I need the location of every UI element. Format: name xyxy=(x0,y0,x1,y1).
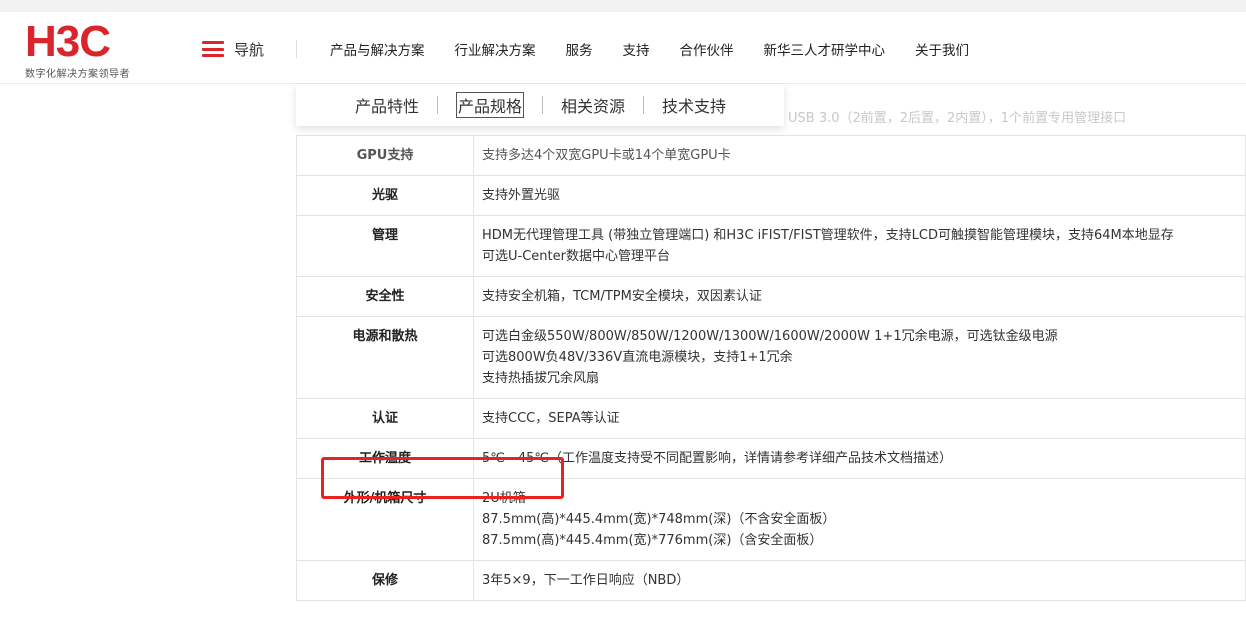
menu-item-talent-center[interactable]: 新华三人才研学中心 xyxy=(764,39,886,59)
obscured-usb-spec-text: USB 3.0（2前置，2后置，2内置），1个前置专用管理接口 xyxy=(788,111,1127,126)
spec-line: HDM无代理管理工具 (带独立管理端口) 和H3C iFIST/FIST管理软件… xyxy=(482,228,1174,243)
spec-key: 保修 xyxy=(296,560,474,601)
tab-tech-support[interactable]: 技术支持 xyxy=(662,93,726,117)
menu-item-products[interactable]: 产品与解决方案 xyxy=(330,39,425,59)
tab-specs[interactable]: 产品规格 xyxy=(456,92,525,118)
table-row: 认证 支持CCC，SEPA等认证 xyxy=(296,398,1246,439)
menu-item-service[interactable]: 服务 xyxy=(566,39,593,59)
site-header: H3C 数字化解决方案领导者 导航 产品与解决方案 行业解决方案 服务 支持 合… xyxy=(0,12,1246,84)
spec-value: 支持多达4个双宽GPU卡或14个单宽GPU卡 xyxy=(473,135,1246,176)
spec-value: 支持CCC，SEPA等认证 xyxy=(473,398,1246,439)
hamburger-icon xyxy=(202,41,224,57)
table-row: 管理 HDM无代理管理工具 (带独立管理端口) 和H3C iFIST/FIST管… xyxy=(296,215,1246,277)
spec-line: 5℃ - 45℃（工作温度支持受不同配置影响，详情请参考详细产品技术文档描述） xyxy=(482,451,952,466)
spec-key: 安全性 xyxy=(296,276,474,317)
tab-separator xyxy=(437,96,439,114)
tab-features[interactable]: 产品特性 xyxy=(355,93,419,117)
spec-line: 支持CCC，SEPA等认证 xyxy=(482,411,620,426)
main-menu: 产品与解决方案 行业解决方案 服务 支持 合作伙伴 新华三人才研学中心 关于我们 xyxy=(330,39,999,59)
table-row: GPU支持 支持多达4个双宽GPU卡或14个单宽GPU卡 xyxy=(296,135,1246,176)
logo-tagline: 数字化解决方案领导者 xyxy=(25,69,130,80)
browser-top-strip xyxy=(0,0,1246,12)
nav-toggle-label: 导航 xyxy=(234,40,265,59)
spec-key: 认证 xyxy=(296,398,474,439)
table-row: 电源和散热 可选白金级550W/800W/850W/1200W/1300W/16… xyxy=(296,316,1246,399)
nav-divider xyxy=(296,40,297,58)
spec-line: 可选U-Center数据中心管理平台 xyxy=(482,249,670,264)
spec-table: GPU支持 支持多达4个双宽GPU卡或14个单宽GPU卡 光驱 支持外置光驱 管… xyxy=(296,135,1246,601)
spec-value: 3年5×9，下一工作日响应（NBD） xyxy=(473,560,1246,601)
menu-item-about[interactable]: 关于我们 xyxy=(915,39,969,59)
spec-line: 可选白金级550W/800W/850W/1200W/1300W/1600W/20… xyxy=(482,329,1058,344)
nav-toggle-button[interactable]: 导航 xyxy=(202,38,264,60)
spec-value: 5℃ - 45℃（工作温度支持受不同配置影响，详情请参考详细产品技术文档描述） xyxy=(473,438,1246,479)
table-row: 保修 3年5×9，下一工作日响应（NBD） xyxy=(296,560,1246,601)
spec-value: 2U机箱 87.5mm(高)*445.4mm(宽)*748mm(深)（不含安全面… xyxy=(473,478,1246,561)
table-row: 安全性 支持安全机箱，TCM/TPM安全模块，双因素认证 xyxy=(296,276,1246,317)
spec-key: 管理 xyxy=(296,215,474,277)
spec-value: 支持外置光驱 xyxy=(473,175,1246,216)
spec-line: 支持多达4个双宽GPU卡或14个单宽GPU卡 xyxy=(482,148,731,163)
annotation-highlight-box xyxy=(321,457,564,499)
tab-separator xyxy=(542,96,544,114)
spec-line: 87.5mm(高)*445.4mm(宽)*776mm(深)（含安全面板） xyxy=(482,533,823,548)
menu-item-support[interactable]: 支持 xyxy=(623,39,650,59)
spec-line: 支持安全机箱，TCM/TPM安全模块，双因素认证 xyxy=(482,289,762,304)
spec-value: 可选白金级550W/800W/850W/1200W/1300W/1600W/20… xyxy=(473,316,1246,399)
product-subtabs: 产品特性 产品规格 相关资源 技术支持 xyxy=(296,84,784,126)
spec-line: 支持热插拔冗余风扇 xyxy=(482,371,600,386)
spec-value: HDM无代理管理工具 (带独立管理端口) 和H3C iFIST/FIST管理软件… xyxy=(473,215,1246,277)
menu-item-partners[interactable]: 合作伙伴 xyxy=(680,39,734,59)
menu-item-industry[interactable]: 行业解决方案 xyxy=(455,39,536,59)
spec-key: GPU支持 xyxy=(296,135,474,176)
table-row: 光驱 支持外置光驱 xyxy=(296,175,1246,216)
spec-line: 3年5×9，下一工作日响应（NBD） xyxy=(482,573,690,588)
spec-line: 可选800W负48V/336V直流电源模块，支持1+1冗余 xyxy=(482,350,793,365)
spec-line: 支持外置光驱 xyxy=(482,188,561,203)
spec-key: 光驱 xyxy=(296,175,474,216)
spec-value: 支持安全机箱，TCM/TPM安全模块，双因素认证 xyxy=(473,276,1246,317)
spec-line: 2U机箱 xyxy=(482,491,526,506)
h3c-logo[interactable]: H3C 数字化解决方案领导者 xyxy=(25,17,155,81)
logo-mark: H3C xyxy=(25,17,111,66)
spec-key: 电源和散热 xyxy=(296,316,474,399)
tab-separator xyxy=(643,96,645,114)
spec-line: 87.5mm(高)*445.4mm(宽)*748mm(深)（不含安全面板） xyxy=(482,512,836,527)
tab-resources[interactable]: 相关资源 xyxy=(561,93,625,117)
